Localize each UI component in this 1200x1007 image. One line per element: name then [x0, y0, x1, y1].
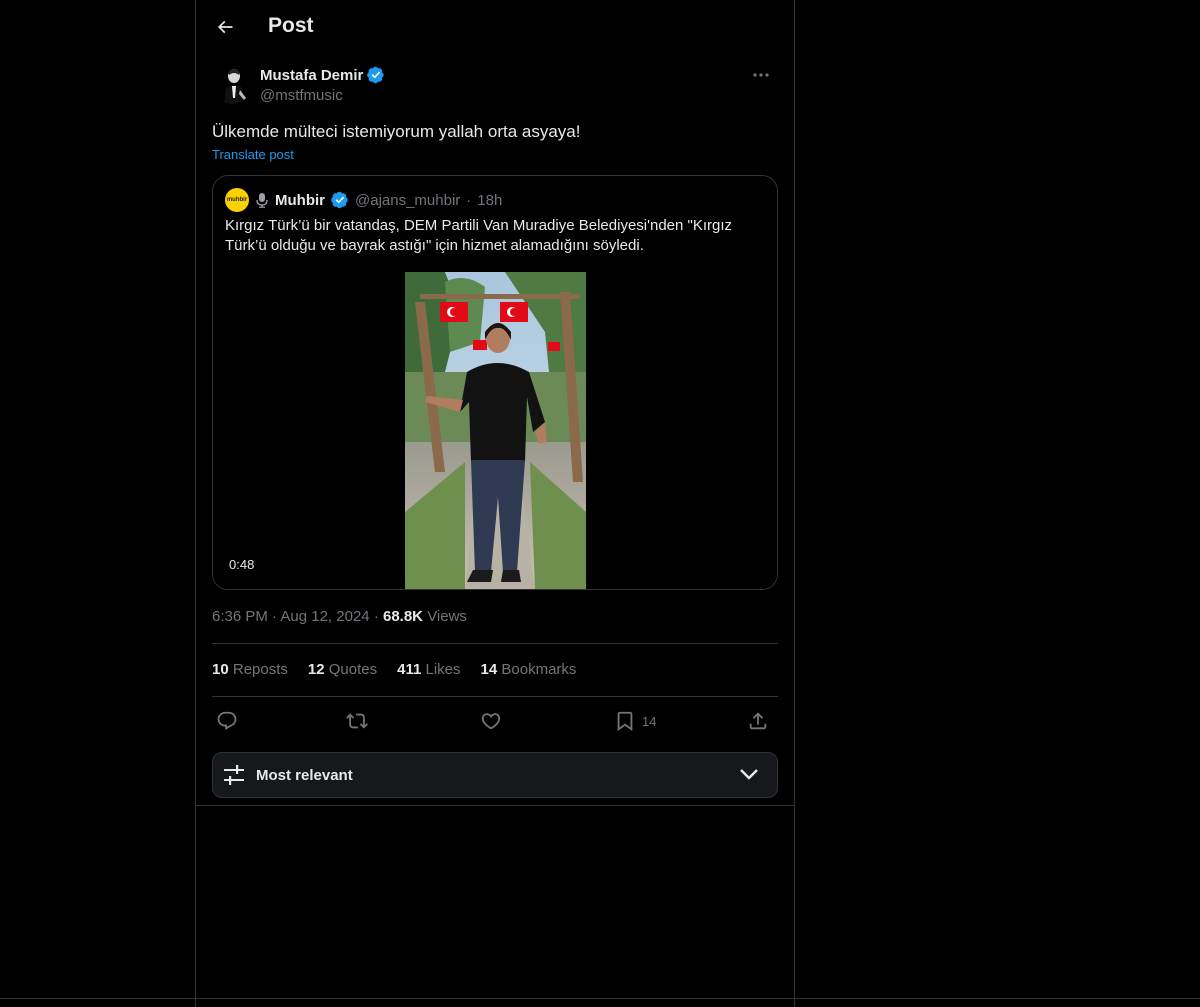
bookmarks-stat[interactable]: 14 Bookmarks — [481, 661, 577, 678]
bookmark-button[interactable]: 14 — [614, 707, 656, 735]
post-text: Ülkemde mülteci istemiyorum yallah orta … — [212, 122, 581, 141]
quotes-count: 12 — [307, 661, 325, 678]
reposts-label: Reposts — [232, 661, 288, 678]
post-meta: 6:36 PM · Aug 12, 2024 · 68.8K Views — [212, 608, 467, 625]
likes-count: 411 — [397, 661, 422, 678]
video-thumbnail — [405, 272, 586, 589]
bookmark-count: 14 — [642, 713, 657, 729]
quotes-label: Quotes — [328, 661, 378, 678]
back-button[interactable] — [208, 10, 242, 44]
quoted-post-text: Kırgız Türk’ü bir vatandaş, DEM Partili … — [225, 217, 733, 254]
post-actions: 14 — [212, 707, 778, 735]
microphone-icon — [256, 193, 268, 208]
author-name-text[interactable]: Mustafa Demir — [260, 67, 363, 84]
share-button[interactable] — [747, 707, 769, 735]
reply-sort-dropdown[interactable]: Most relevant — [212, 752, 778, 798]
author-handle[interactable]: @mstfmusic — [260, 87, 343, 104]
separator-dot: · — [373, 608, 383, 625]
heart-icon — [481, 713, 501, 730]
likes-stat[interactable]: 411 Likes — [397, 661, 460, 678]
page-title: Post — [268, 14, 314, 37]
share-icon — [749, 712, 767, 730]
quoted-post-time: 18h — [477, 191, 503, 209]
divider — [212, 696, 778, 697]
quoted-post-header: muhbir Muhbir @ajans_muhbir · 18h — [225, 188, 502, 212]
likes-label: Likes — [425, 661, 461, 678]
quoted-post[interactable]: muhbir Muhbir @ajans_muhbir · 18h Kırgız… — [212, 175, 778, 590]
reply-icon — [217, 711, 237, 730]
verified-icon — [367, 66, 385, 84]
post-author: Mustafa Demir @mstfmusic — [212, 64, 778, 108]
post-date[interactable]: Aug 12, 2024 — [280, 608, 369, 625]
sliders-icon — [224, 765, 244, 785]
quotes-stat[interactable]: 12 Quotes — [308, 661, 377, 678]
views-label: Views — [427, 608, 467, 625]
views-count: 68.8K — [382, 608, 424, 625]
avatar: muhbir — [225, 188, 249, 212]
bookmark-icon — [617, 711, 633, 732]
arrow-left-icon — [217, 20, 233, 34]
more-options-button[interactable] — [744, 64, 778, 86]
divider — [0, 998, 1200, 999]
bookmarks-count: 14 — [480, 661, 498, 678]
chevron-down-icon — [740, 769, 758, 780]
post-time[interactable]: 6:36 PM — [212, 608, 268, 625]
verified-icon — [331, 191, 348, 209]
translate-post-link[interactable]: Translate post — [212, 147, 294, 162]
avatar[interactable] — [212, 64, 252, 104]
quoted-author-handle: @ajans_muhbir — [355, 191, 461, 209]
repost-button[interactable] — [346, 707, 368, 735]
video-player[interactable]: 0:48 — [213, 272, 777, 589]
video-duration: 0:48 — [229, 557, 255, 572]
divider — [196, 805, 794, 806]
separator-dot: · — [466, 191, 472, 209]
page-header: Post — [196, 0, 794, 53]
like-button[interactable] — [480, 707, 502, 735]
post-stats: 10 Reposts 12 Quotes 411 Likes 14 Bookma… — [212, 661, 576, 678]
repost-icon — [346, 713, 368, 729]
more-icon — [753, 73, 769, 77]
sort-label: Most relevant — [256, 767, 353, 784]
bookmarks-label: Bookmarks — [501, 661, 577, 678]
avatar-logo-text: muhbir — [226, 197, 248, 203]
divider — [212, 643, 778, 644]
reposts-count: 10 — [212, 661, 229, 678]
reply-button[interactable] — [216, 707, 238, 735]
author-name[interactable]: Mustafa Demir — [260, 66, 385, 84]
main-column: Post Mustafa Demir @mstfmusic Ülkemde mü… — [195, 0, 795, 1007]
quoted-author-name: Muhbir — [275, 191, 325, 209]
reposts-stat[interactable]: 10 Reposts — [212, 661, 288, 678]
